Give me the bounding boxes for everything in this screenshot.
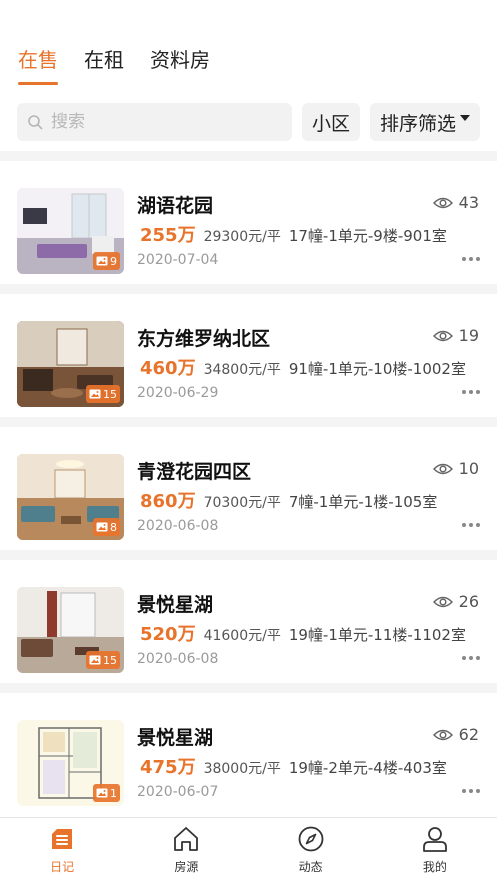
caret-down-icon <box>460 115 470 121</box>
listing-thumbnail[interactable]: 15 <box>17 587 124 673</box>
eye-icon <box>432 729 453 740</box>
listing-card[interactable]: 1 景悦星湖 62 475万 38000元/平 19幢-2单元-4楼-403室 … <box>0 693 497 816</box>
more-options-button[interactable] <box>462 390 480 394</box>
listing-title: 景悦星湖 <box>137 594 214 616</box>
listing-card[interactable]: 15 东方维罗纳北区 19 460万 34800元/平 91幢-1单元-10楼-… <box>0 294 497 417</box>
image-icon <box>96 522 108 532</box>
profile-icon <box>422 827 447 852</box>
view-count: 26 <box>432 592 479 611</box>
listing-price: 860万 <box>140 491 196 512</box>
sort-filter-button[interactable]: 排序筛选 <box>369 103 480 141</box>
image-icon <box>96 256 108 266</box>
nav-profile-label: 我的 <box>422 860 447 874</box>
nav-diary[interactable]: 日记 <box>0 818 124 883</box>
view-count: 10 <box>432 459 479 478</box>
price-row: 460万 34800元/平 91幢-1单元-10楼-1002室 <box>140 354 466 380</box>
listing-price: 475万 <box>140 757 196 778</box>
nav-listings-label: 房源 <box>174 860 199 874</box>
view-count: 43 <box>432 193 479 212</box>
listing-date: 2020-06-07 <box>137 784 219 800</box>
more-options-button[interactable] <box>462 656 480 660</box>
search-row: 小区 排序筛选 <box>17 103 480 141</box>
listing-date: 2020-06-08 <box>137 518 219 534</box>
search-icon <box>28 115 43 130</box>
nav-diary-label: 日记 <box>50 860 75 874</box>
image-icon <box>89 389 101 399</box>
eye-icon <box>432 463 453 474</box>
house-icon <box>174 827 199 851</box>
photo-count-badge: 8 <box>93 518 120 536</box>
diary-icon <box>52 829 73 849</box>
divider <box>0 284 497 294</box>
eye-icon <box>432 330 453 341</box>
image-icon <box>89 655 101 665</box>
nav-feed[interactable]: 动态 <box>249 818 373 883</box>
community-filter-label: 小区 <box>311 112 350 135</box>
eye-icon <box>432 197 453 208</box>
listing-title: 景悦星湖 <box>137 727 214 749</box>
search-input[interactable] <box>51 112 251 132</box>
community-filter-button[interactable]: 小区 <box>301 103 360 141</box>
price-row: 475万 38000元/平 19幢-2单元-4楼-403室 <box>140 753 447 779</box>
unit-price: 29300元/平 <box>203 229 281 245</box>
listing-card[interactable]: 15 景悦星湖 26 520万 41600元/平 19幢-1单元-11楼-110… <box>0 560 497 683</box>
price-row: 520万 41600元/平 19幢-1单元-11楼-1102室 <box>140 620 466 646</box>
nav-listings[interactable]: 房源 <box>124 818 248 883</box>
photo-count-badge: 9 <box>93 252 120 270</box>
more-options-button[interactable] <box>462 789 480 793</box>
listing-date: 2020-07-04 <box>137 252 219 268</box>
listing-title: 东方维罗纳北区 <box>137 328 271 350</box>
listing-list: 9 湖语花园 43 255万 29300元/平 17幢-1单元-9楼-901室 … <box>0 151 497 816</box>
divider <box>0 683 497 693</box>
divider <box>0 417 497 427</box>
room-address: 17幢-1单元-9楼-901室 <box>288 227 447 245</box>
listing-price: 460万 <box>140 358 196 379</box>
tab-for-rent[interactable]: 在租 <box>84 44 124 83</box>
listing-thumbnail[interactable]: 1 <box>17 720 124 806</box>
compass-icon <box>298 826 324 852</box>
divider <box>0 151 497 161</box>
unit-price: 41600元/平 <box>203 628 281 644</box>
room-address: 19幢-1单元-11楼-1102室 <box>288 626 466 644</box>
divider <box>0 550 497 560</box>
room-address: 19幢-2单元-4楼-403室 <box>288 759 447 777</box>
app-screen: 在售 在租 资料房 小区 排序筛选 <box>0 0 497 883</box>
tab-archive[interactable]: 资料房 <box>150 44 210 83</box>
room-address: 7幢-1单元-1楼-105室 <box>288 493 438 511</box>
listing-date: 2020-06-29 <box>137 385 219 401</box>
unit-price: 70300元/平 <box>203 495 281 511</box>
search-box[interactable] <box>17 103 292 141</box>
image-icon <box>96 788 108 798</box>
view-count: 19 <box>432 326 479 345</box>
nav-feed-label: 动态 <box>298 860 323 874</box>
tab-for-sale[interactable]: 在售 <box>18 44 58 85</box>
unit-price: 34800元/平 <box>203 362 281 378</box>
photo-count-badge: 15 <box>86 651 120 669</box>
listing-card[interactable]: 9 湖语花园 43 255万 29300元/平 17幢-1单元-9楼-901室 … <box>0 161 497 284</box>
photo-count-badge: 15 <box>86 385 120 403</box>
listing-card[interactable]: 8 青澄花园四区 10 860万 70300元/平 7幢-1单元-1楼-105室… <box>0 427 497 550</box>
listing-thumbnail[interactable]: 9 <box>17 188 124 274</box>
listing-date: 2020-06-08 <box>137 651 219 667</box>
price-row: 255万 29300元/平 17幢-1单元-9楼-901室 <box>140 221 447 247</box>
photo-count-badge: 1 <box>93 784 120 802</box>
more-options-button[interactable] <box>462 523 480 527</box>
listing-thumbnail[interactable]: 15 <box>17 321 124 407</box>
room-address: 91幢-1单元-10楼-1002室 <box>288 360 466 378</box>
unit-price: 38000元/平 <box>203 761 281 777</box>
price-row: 860万 70300元/平 7幢-1单元-1楼-105室 <box>140 487 437 513</box>
view-count: 62 <box>432 725 479 744</box>
listing-title: 湖语花园 <box>137 195 214 217</box>
eye-icon <box>432 596 453 607</box>
listing-title: 青澄花园四区 <box>137 461 252 483</box>
listing-price: 520万 <box>140 624 196 645</box>
listing-tabs: 在售 在租 资料房 <box>18 44 210 85</box>
sort-filter-label: 排序筛选 <box>379 112 456 135</box>
more-options-button[interactable] <box>462 257 480 261</box>
listing-thumbnail[interactable]: 8 <box>17 454 124 540</box>
bottom-nav: 日记 房源 动态 我的 <box>0 817 497 883</box>
listing-price: 255万 <box>140 225 196 246</box>
nav-profile[interactable]: 我的 <box>373 818 497 883</box>
